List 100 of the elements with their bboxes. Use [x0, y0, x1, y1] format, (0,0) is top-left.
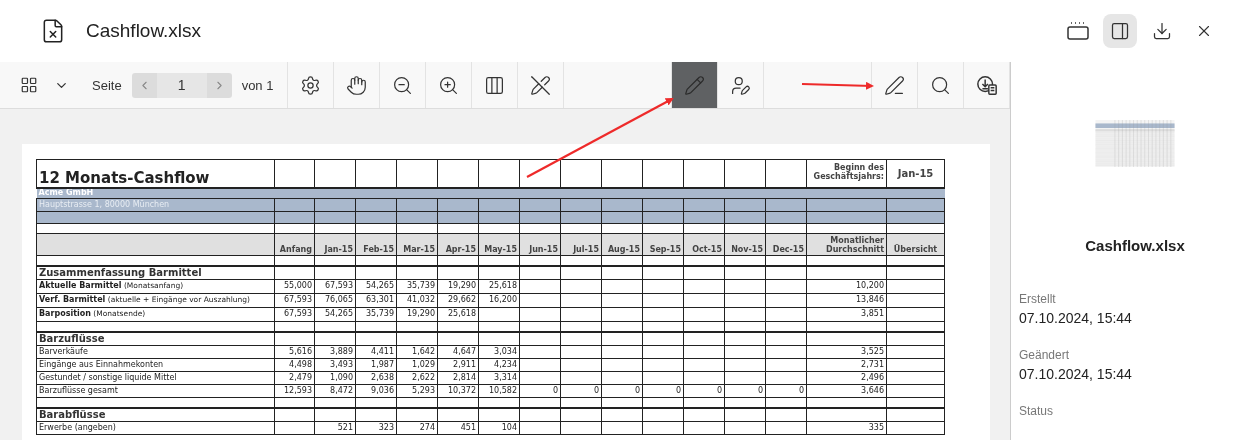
table-cell: 2,479: [274, 371, 315, 385]
table-cell: 35,739: [355, 307, 397, 322]
table-cell: 76,065: [314, 293, 356, 308]
table-cell: 3,646: [806, 384, 887, 398]
column-header: Jan-15: [314, 233, 356, 256]
table-cell: 1,987: [355, 358, 397, 372]
columns-icon: [484, 74, 506, 96]
table-cell: 67,593: [274, 307, 315, 322]
table-cell: 41,032: [396, 293, 438, 308]
page-total: von 1: [241, 77, 274, 93]
table-cell: 29,662: [437, 293, 479, 308]
page-number-field[interactable]: 1: [156, 72, 207, 98]
table-cell: 104: [478, 421, 520, 435]
zoom-out-icon: [392, 74, 414, 96]
column-header: Übersicht: [886, 233, 945, 256]
row-label: Eingänge aus Einnahmekonten: [36, 358, 275, 372]
toolbar-button[interactable]: [672, 62, 719, 108]
file-name: Cashflow.xlsx: [1084, 237, 1186, 254]
table-cell: 5,293: [396, 384, 438, 398]
row-label: Erwerbe (angeben): [36, 421, 275, 435]
table-cell: 1,029: [396, 358, 438, 372]
table-cell: 3,034: [478, 345, 520, 359]
table-cell: 10,582: [478, 384, 520, 398]
table-cell: 2,496: [806, 371, 887, 385]
table-cell: 0: [560, 384, 602, 398]
table-cell: 4,498: [274, 358, 315, 372]
search-icon: [930, 74, 951, 96]
table-cell: 2,622: [396, 371, 438, 385]
table-cell: 1,090: [314, 371, 356, 385]
table-cell: 12,593: [274, 384, 315, 398]
table-cell: 2,911: [437, 358, 479, 372]
hand-icon: [346, 74, 368, 96]
download-document-icon: [975, 74, 998, 96]
row-label: Barzuflüsse gesamt: [36, 384, 275, 398]
column-header: Oct-15: [683, 233, 725, 256]
table-cell: 9,036: [355, 384, 397, 398]
section-heading: Barzuflüsse: [36, 331, 275, 346]
table-cell: 335: [806, 421, 887, 435]
window-title: Cashflow.xlsx: [86, 20, 203, 42]
sheet-title: 12 Monats-Cashflow: [36, 159, 275, 188]
column-header: Mar-15: [396, 233, 438, 256]
table-cell: 4,647: [437, 345, 479, 359]
grid-icon: [20, 76, 38, 94]
table-cell: 10,372: [437, 384, 479, 398]
table-cell: 2,638: [355, 371, 397, 385]
table-cell: 16,200: [478, 293, 520, 308]
company-name-band: Acme GmbH: [36, 187, 945, 199]
table-cell: 55,000: [274, 279, 315, 294]
field-label: Erstellt: [1019, 292, 1057, 306]
table-cell: 0: [724, 384, 766, 398]
user-pen-icon: [730, 74, 752, 96]
column-header: Feb-15: [355, 233, 397, 256]
column-header: Dec-15: [765, 233, 807, 256]
table-cell: 19,290: [396, 307, 438, 322]
table-cell: 54,265: [314, 307, 356, 322]
table-cell: 8,472: [314, 384, 356, 398]
download-icon: [1152, 21, 1172, 41]
pen-line-icon: [884, 74, 905, 96]
sidebar-icon: [1110, 21, 1130, 41]
table-cell: 0: [519, 384, 561, 398]
table-cell: 67,593: [274, 293, 315, 308]
table-cell: 10,200: [806, 279, 887, 294]
table-cell: 3,314: [478, 371, 520, 385]
row-label: Gestundet / sonstige liquide Mittel: [36, 371, 275, 385]
table-cell: 451: [437, 421, 479, 435]
table-cell: 1,642: [396, 345, 438, 359]
table-cell: 0: [765, 384, 807, 398]
table-cell: 3,525: [806, 345, 887, 359]
table-cell: 521: [314, 421, 356, 435]
row-label: Barverkäufe: [36, 345, 275, 359]
table-cell: 5,616: [274, 345, 315, 359]
table-cell: 2,814: [437, 371, 479, 385]
table-cell: 19,290: [437, 279, 479, 294]
table-cell: 2,731: [806, 358, 887, 372]
page-label: Seite: [92, 77, 122, 93]
section-heading: Barabflüsse: [36, 407, 275, 422]
field-value: 07.10.2024, 15:44: [1019, 310, 1133, 326]
column-header: Monatlicher Durchschnitt: [806, 233, 887, 256]
pencil-icon: [684, 74, 706, 96]
column-header: Apr-15: [437, 233, 479, 256]
table-cell: 0: [683, 384, 725, 398]
table-cell: 3,851: [806, 307, 887, 322]
column-header: Nov-15: [724, 233, 766, 256]
settings-icon: [300, 74, 322, 96]
table-cell: 4,411: [355, 345, 397, 359]
column-header: Jun-15: [519, 233, 561, 256]
table-cell: 54,265: [355, 279, 397, 294]
column-header: Sep-15: [642, 233, 684, 256]
table-cell: 323: [355, 421, 397, 435]
table-cell: 3,493: [314, 358, 356, 372]
table-cell: Beginn des Geschäftsjahrs:: [806, 159, 887, 188]
section-heading: Zusammenfassung Barmittel: [36, 265, 275, 280]
table-cell: 35,739: [396, 279, 438, 294]
zoom-in-icon: [438, 74, 460, 96]
table-cell: 0: [642, 384, 684, 398]
column-header: Jul-15: [560, 233, 602, 256]
header-button[interactable]: [1103, 14, 1137, 48]
table-cell: 4,234: [478, 358, 520, 372]
table-cell: Jan-15: [886, 159, 945, 188]
field-value: 07.10.2024, 15:44: [1019, 366, 1133, 382]
